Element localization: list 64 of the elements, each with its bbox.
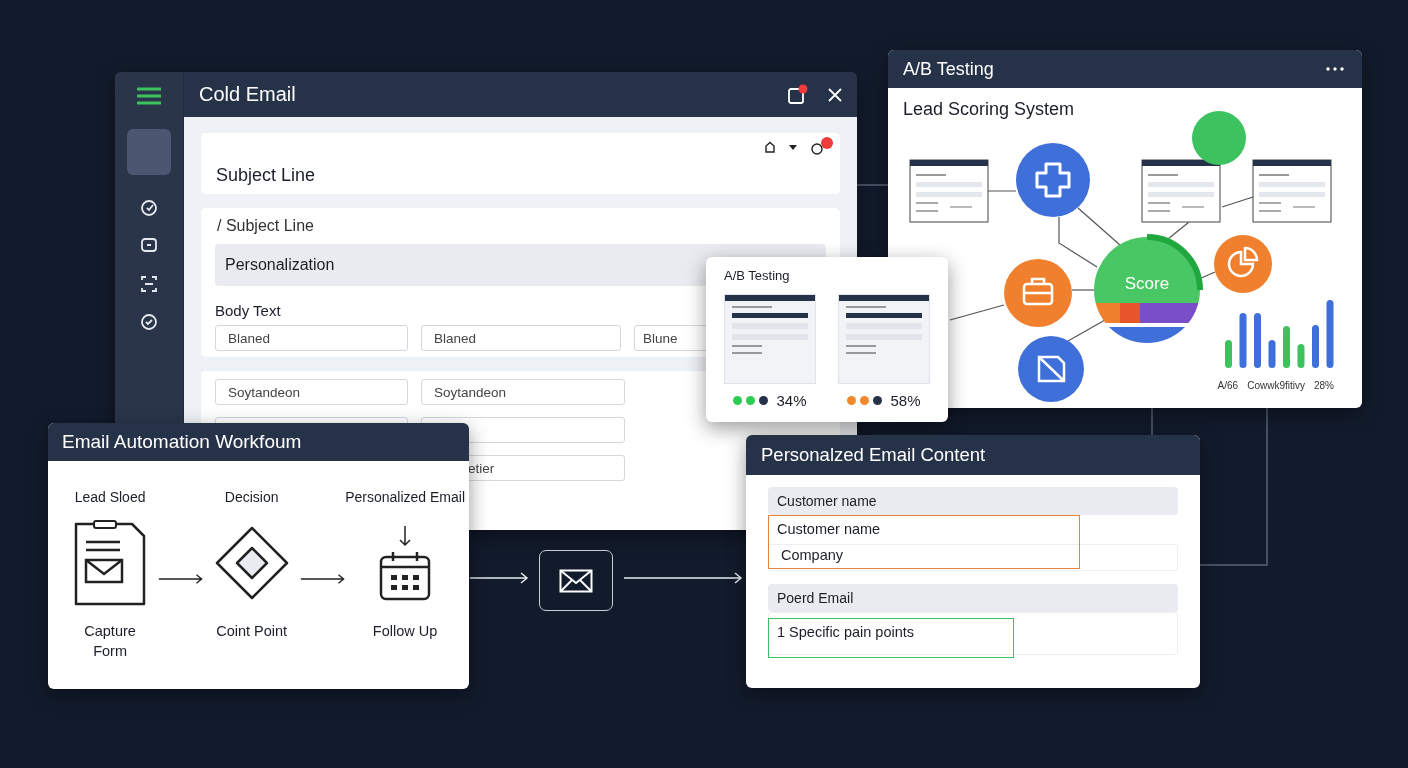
input-field[interactable]: Blaned: [215, 325, 408, 351]
field-label: Body Text: [215, 302, 282, 319]
window-title: Email Automation Workfoum: [62, 431, 302, 453]
section-header: Customer name: [768, 487, 1178, 515]
connector-line: [1221, 196, 1254, 208]
card-title: Subject Line: [216, 165, 316, 186]
envelope-icon: [559, 568, 593, 593]
down-arrow-icon: [399, 525, 412, 547]
step-label: Lead Sloed: [74, 489, 146, 507]
status-circle: [1192, 111, 1246, 165]
scan-icon[interactable]: [140, 275, 158, 293]
connector-line: [1151, 407, 1153, 436]
form-envelope-icon: [74, 520, 147, 606]
close-icon[interactable]: [827, 86, 843, 103]
percentage: 58%: [890, 392, 921, 409]
window-title: Cold Email: [199, 83, 296, 106]
card-title: A/B Testing: [724, 268, 791, 283]
connector-line: [1067, 319, 1106, 342]
chart-label: Cowwk9fitivy: [1247, 380, 1305, 391]
more-icon[interactable]: [1326, 67, 1344, 71]
arrow: [158, 573, 204, 585]
connector-line: [1167, 221, 1190, 240]
panel-heading: Lead Scoring System: [903, 99, 1075, 120]
connector-line: [1058, 216, 1098, 268]
step-label: Decision: [224, 489, 279, 507]
input-field[interactable]: Blaned: [421, 325, 621, 351]
field-value: 1 Specific pain points: [776, 623, 916, 642]
step-label: Coint Point: [216, 622, 288, 641]
percentage: 34%: [776, 392, 807, 409]
arrow: [299, 573, 346, 585]
chart-label: A/66: [1217, 380, 1239, 391]
window-title: Personalzed Email Content: [761, 444, 986, 466]
check-circle-icon[interactable]: [140, 313, 158, 331]
chat-icon[interactable]: [140, 237, 158, 255]
section-header: Poerd Email: [768, 584, 1178, 612]
field-value: Company: [780, 546, 845, 565]
step-label: Capture Form: [83, 622, 137, 661]
calendar-icon: [379, 551, 432, 601]
email-node[interactable]: [539, 550, 613, 611]
connector-line: [1071, 289, 1095, 291]
document-icon: [1018, 336, 1084, 402]
diamond-icon: [214, 526, 289, 600]
connector-line: [1077, 207, 1121, 246]
step-label: Personalized Email: [345, 489, 465, 507]
window-icon[interactable]: [787, 83, 809, 106]
arrow: [469, 572, 529, 584]
home-icon[interactable]: [764, 141, 776, 153]
input-field[interactable]: Soytandeon: [215, 379, 408, 405]
field-value: Customer name: [776, 520, 882, 539]
breadcrumb: / Subject Line: [216, 217, 315, 235]
caret-icon[interactable]: [788, 143, 798, 151]
briefcase-icon: [1004, 259, 1072, 327]
connector-line: [987, 190, 1017, 192]
chart-label: 28%: [1314, 380, 1334, 391]
input-field[interactable]: Soytandeon: [421, 379, 625, 405]
score-gauge-drawing: Score: [1094, 234, 1203, 343]
connector-line: [949, 304, 1005, 321]
window-title: A/B Testing: [903, 58, 994, 80]
medical-cross-icon: [1016, 143, 1090, 217]
menu-icon[interactable]: [137, 87, 161, 105]
pie-chart-icon: [1214, 235, 1272, 293]
user-status-icon[interactable]: [810, 136, 834, 158]
connector-line: [856, 184, 889, 186]
step-label: Follow Up: [372, 622, 438, 641]
